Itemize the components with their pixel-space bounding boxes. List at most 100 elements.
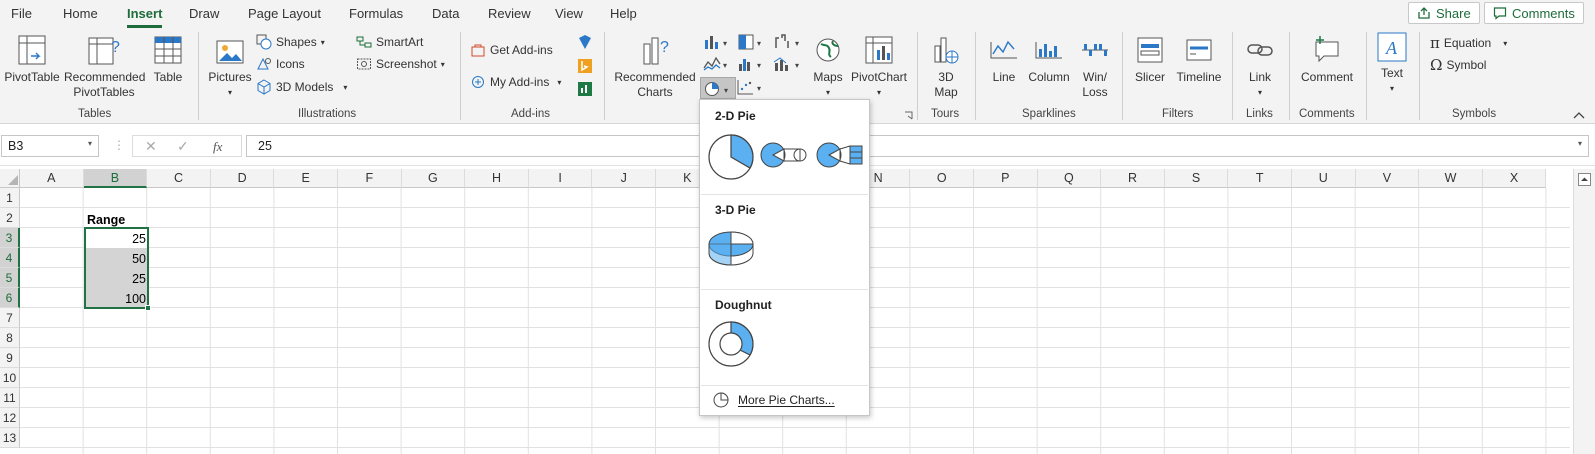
column-header-u[interactable]: U: [1292, 169, 1356, 188]
text-button[interactable]: A Text ▾: [1374, 32, 1410, 96]
column-header-j[interactable]: J: [592, 169, 656, 188]
sparkline-winloss-button[interactable]: Win/ Loss: [1076, 34, 1114, 100]
column-header-a[interactable]: A: [20, 169, 84, 188]
scroll-up-button[interactable]: [1578, 173, 1591, 186]
my-add-ins-button[interactable]: My Add-ins ▾: [470, 74, 561, 90]
tab-review[interactable]: Review: [488, 6, 531, 21]
column-header-r[interactable]: R: [1101, 169, 1165, 188]
column-header-e[interactable]: E: [274, 169, 338, 188]
column-header-s[interactable]: S: [1164, 169, 1229, 188]
slicer-button[interactable]: Slicer: [1130, 34, 1170, 85]
row-header-12[interactable]: 12: [0, 408, 20, 428]
tab-draw[interactable]: Draw: [189, 6, 219, 21]
hierarchy-chart-icon[interactable]: ▾: [737, 34, 765, 50]
cell-b3[interactable]: 25: [85, 230, 146, 249]
cell-b4[interactable]: 50: [85, 250, 146, 269]
smartart-button[interactable]: SmartArt: [356, 34, 423, 50]
column-header-x[interactable]: X: [1482, 169, 1547, 188]
column-header-g[interactable]: G: [401, 169, 466, 188]
recommended-pivottables-button[interactable]: ? Recommended PivotTables: [64, 34, 145, 100]
shapes-button[interactable]: Shapes ▾: [256, 34, 325, 50]
pivotchart-button[interactable]: PivotChart ▾: [848, 34, 910, 100]
column-header-q[interactable]: Q: [1037, 169, 1102, 188]
tab-home[interactable]: Home: [63, 6, 98, 21]
column-header-t[interactable]: T: [1228, 169, 1292, 188]
tab-view[interactable]: View: [555, 6, 583, 21]
column-header-h[interactable]: H: [465, 169, 529, 188]
tab-formulas[interactable]: Formulas: [349, 6, 403, 21]
tab-insert[interactable]: Insert: [127, 6, 163, 28]
cancel-icon[interactable]: ✕: [145, 138, 157, 155]
timeline-button[interactable]: Timeline: [1174, 34, 1224, 85]
row-header-6[interactable]: 6: [0, 288, 20, 308]
cell-b6[interactable]: 100: [85, 290, 146, 309]
share-button[interactable]: Share: [1408, 2, 1480, 24]
column-header-w[interactable]: W: [1419, 169, 1483, 188]
statistic-chart-icon[interactable]: ▾: [737, 56, 765, 72]
pie-chart-button[interactable]: ▾: [700, 77, 736, 99]
sparkline-column-button[interactable]: Column: [1026, 34, 1072, 85]
line-chart-icon[interactable]: ▾: [703, 56, 731, 72]
icons-button[interactable]: Icons: [256, 56, 305, 72]
doughnut-option[interactable]: [706, 319, 756, 369]
cell-b2[interactable]: Range: [87, 211, 125, 230]
enter-icon[interactable]: ✓: [177, 138, 189, 155]
cell-b5[interactable]: 25: [85, 270, 146, 289]
3d-models-button[interactable]: 3D Models ▾: [256, 79, 347, 95]
column-chart-icon[interactable]: ▾: [703, 34, 731, 50]
bar-of-pie-option[interactable]: [816, 140, 866, 170]
row-header-8[interactable]: 8: [0, 328, 20, 348]
row-header-10[interactable]: 10: [0, 368, 20, 388]
more-pie-charts-item[interactable]: More Pie Charts...: [701, 386, 868, 414]
3d-pie-option[interactable]: [706, 226, 756, 270]
new-comment-button[interactable]: Comment: [1297, 34, 1357, 85]
3d-map-button[interactable]: 3D Map: [925, 34, 967, 100]
pictures-button[interactable]: Pictures ▾: [206, 38, 254, 100]
name-box[interactable]: B3 ▾: [1, 135, 99, 157]
column-header-f[interactable]: F: [338, 169, 402, 188]
comments-button[interactable]: Comments: [1484, 2, 1584, 24]
combo-chart-icon[interactable]: ▾: [773, 56, 803, 72]
collapse-ribbon-icon[interactable]: [1573, 110, 1585, 120]
column-header-i[interactable]: I: [528, 169, 593, 188]
table-button[interactable]: Table: [148, 34, 188, 85]
column-header-d[interactable]: D: [210, 169, 275, 188]
bing-icon[interactable]: [577, 58, 593, 74]
sparkline-line-button[interactable]: Line: [985, 34, 1023, 85]
column-header-c[interactable]: C: [147, 169, 211, 188]
pivottable-button[interactable]: PivotTable: [4, 34, 60, 85]
row-header-7[interactable]: 7: [0, 308, 20, 328]
screenshot-button[interactable]: Screenshot ▾: [356, 56, 445, 72]
people-graph-icon[interactable]: [577, 81, 593, 97]
tab-help[interactable]: Help: [610, 6, 637, 21]
tab-page-layout[interactable]: Page Layout: [248, 6, 321, 21]
maps-button[interactable]: Maps ▾: [810, 34, 846, 100]
drag-handle-icon[interactable]: ⋮: [113, 138, 125, 152]
scatter-chart-icon[interactable]: ▾: [737, 79, 765, 95]
column-header-b[interactable]: B: [83, 169, 148, 188]
insert-function-icon[interactable]: fx: [213, 139, 222, 155]
vertical-scrollbar[interactable]: [1573, 169, 1595, 454]
link-button[interactable]: Link ▾: [1240, 34, 1280, 100]
expand-formula-bar-icon[interactable]: ▾: [1578, 139, 1582, 148]
waterfall-chart-icon[interactable]: ▾: [773, 34, 803, 50]
column-header-o[interactable]: O: [910, 169, 974, 188]
symbol-button[interactable]: Ω Symbol: [1430, 56, 1486, 74]
select-all-corner[interactable]: [0, 169, 20, 188]
get-add-ins-button[interactable]: Get Add-ins: [470, 42, 553, 58]
row-header-9[interactable]: 9: [0, 348, 20, 368]
pie-of-pie-option[interactable]: [760, 140, 810, 170]
pie-chart-option[interactable]: [706, 132, 756, 182]
visio-icon[interactable]: [577, 34, 593, 50]
tab-file[interactable]: File: [11, 6, 32, 21]
row-header-13[interactable]: 13: [0, 428, 20, 448]
tab-data[interactable]: Data: [432, 6, 459, 21]
row-header-1[interactable]: 1: [0, 188, 20, 208]
row-header-11[interactable]: 11: [0, 388, 20, 408]
dialog-launcher-icon[interactable]: [904, 111, 913, 120]
column-header-v[interactable]: V: [1355, 169, 1420, 188]
row-header-5[interactable]: 5: [0, 268, 20, 288]
row-header-2[interactable]: 2: [0, 208, 20, 228]
equation-button[interactable]: π Equation ▾: [1430, 34, 1507, 52]
recommended-charts-button[interactable]: ? Recommended Charts: [612, 34, 698, 100]
